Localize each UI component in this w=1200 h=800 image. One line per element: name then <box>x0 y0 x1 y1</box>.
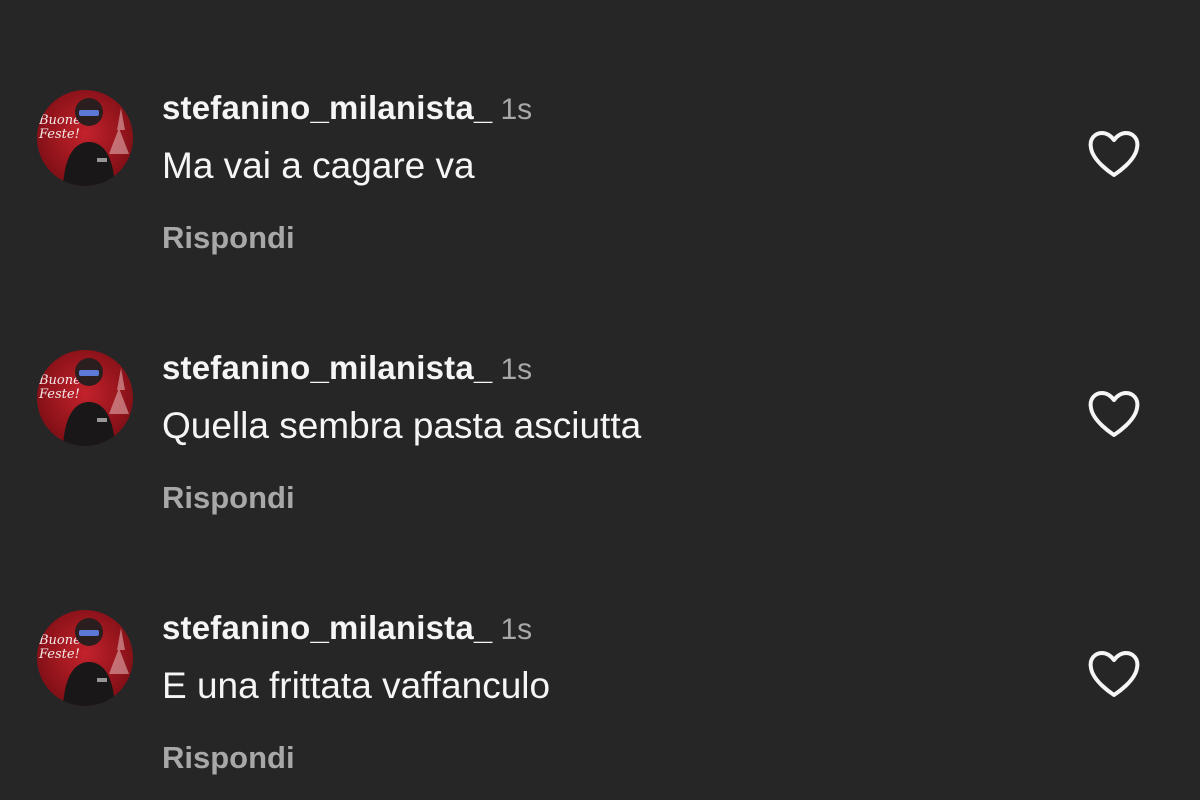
reply-button[interactable]: Rispondi <box>162 214 295 262</box>
svg-text:Buone: Buone <box>38 113 81 128</box>
heart-outline-icon <box>1088 391 1140 437</box>
username-link[interactable]: stefanino_milanista_ <box>162 89 492 126</box>
comment-header: stefanino_milanista_ 1s <box>162 84 532 139</box>
avatar[interactable]: Buone Feste! <box>37 350 133 446</box>
heart-outline-icon <box>1088 131 1140 177</box>
svg-text:Feste!: Feste! <box>38 387 80 402</box>
timestamp: 1s <box>500 353 533 386</box>
avatar[interactable]: Buone Feste! <box>37 90 133 186</box>
comment-text: E una frittata vaffanculo <box>162 665 551 706</box>
like-button[interactable] <box>1087 650 1141 700</box>
timestamp: 1s <box>500 93 533 126</box>
username-link[interactable]: stefanino_milanista_ <box>162 349 492 386</box>
comment-text: Ma vai a cagare va <box>162 145 475 186</box>
svg-text:Buone: Buone <box>38 633 81 648</box>
svg-text:Buone: Buone <box>38 373 81 388</box>
comment-item: Buone Feste! stefanino_milanista_ 1s Ma v… <box>0 0 1200 255</box>
avatar[interactable]: Buone Feste! <box>37 610 133 706</box>
like-button[interactable] <box>1087 390 1141 440</box>
comment-item: Buone Feste! stefanino_milanista_ 1s Quel… <box>0 260 1200 515</box>
svg-text:Feste!: Feste! <box>38 647 80 662</box>
like-button[interactable] <box>1087 130 1141 180</box>
comment-item: Buone Feste! stefanino_milanista_ 1s E un… <box>0 520 1200 775</box>
timestamp: 1s <box>500 613 533 646</box>
heart-outline-icon <box>1088 651 1140 697</box>
reply-button[interactable]: Rispondi <box>162 474 295 522</box>
comment-header: stefanino_milanista_ 1s <box>162 604 532 659</box>
username-link[interactable]: stefanino_milanista_ <box>162 609 492 646</box>
comment-header: stefanino_milanista_ 1s <box>162 344 532 399</box>
reply-button[interactable]: Rispondi <box>162 734 295 782</box>
svg-text:Feste!: Feste! <box>38 127 80 142</box>
comment-text: Quella sembra pasta asciutta <box>162 405 642 446</box>
